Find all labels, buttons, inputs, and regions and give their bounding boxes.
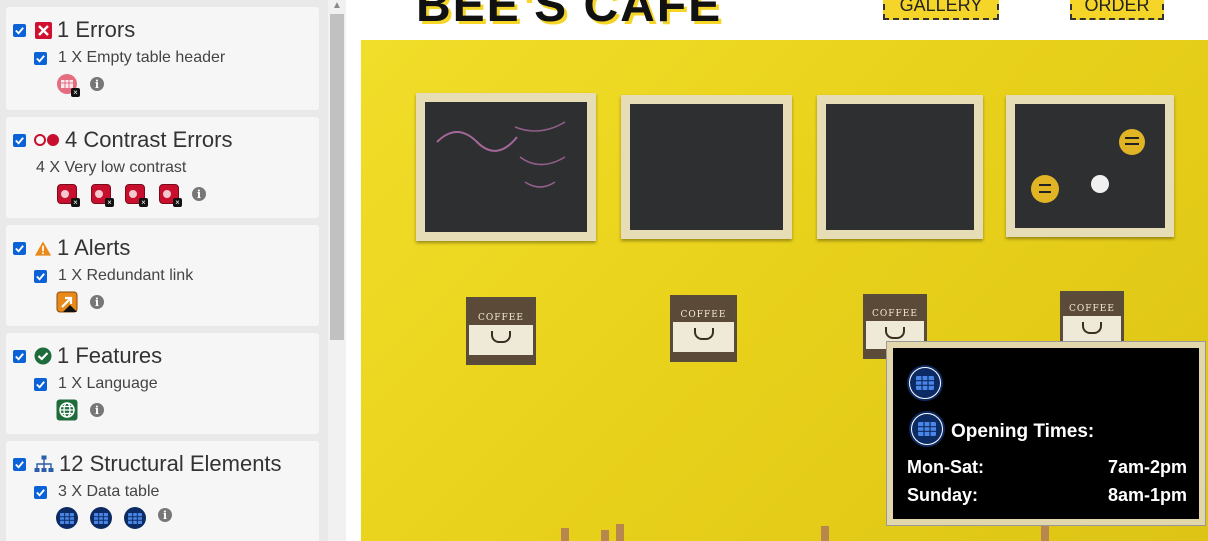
sidebar-scrollbar[interactable]: ▲ — [328, 0, 346, 541]
empty-table-header-icon[interactable]: × — [56, 73, 80, 97]
features-badges: i — [56, 399, 104, 421]
empty-table-header-label: 1 X Empty table header — [58, 49, 226, 66]
data-table-icon[interactable] — [56, 507, 78, 529]
alerts-badges: i — [56, 291, 104, 313]
poster-title: COFFEE — [866, 297, 924, 321]
data-table-icon[interactable] — [90, 507, 112, 529]
chalkboard-3 — [817, 95, 983, 239]
scroll-up-arrow-icon[interactable]: ▲ — [328, 0, 346, 14]
contrast-error-icon[interactable]: × — [158, 183, 182, 207]
error-x-icon — [34, 21, 52, 39]
website-preview: BEE'S CAFE GALLERY ORDER COFFEE COFFEE C… — [346, 0, 1208, 541]
data-table-icon[interactable] — [909, 411, 945, 447]
alerts-header: 1 Alerts — [13, 233, 130, 263]
contrast-header: 4 Contrast Errors — [13, 125, 233, 155]
structural-badges: i — [56, 507, 172, 529]
contrast-card: 4 Contrast Errors 4 X Very low contrast … — [6, 117, 319, 218]
hours-time-value: 7am-2pm — [1107, 457, 1187, 477]
info-icon[interactable]: i — [90, 295, 104, 309]
chalkboard-2 — [621, 95, 792, 239]
redundant-link-label: 1 X Redundant link — [58, 267, 194, 284]
language-globe-icon[interactable] — [56, 399, 78, 421]
data-table-icon[interactable] — [124, 507, 146, 529]
language-label: 1 X Language — [58, 375, 158, 392]
opening-times-title: Opening Times: — [951, 421, 1095, 442]
feature-check-icon — [34, 347, 52, 365]
easel-leg — [561, 528, 569, 541]
empty-table-header-checkbox[interactable] — [34, 51, 47, 65]
structural-card: 12 Structural Elements 3 X Data table i — [6, 441, 319, 541]
info-icon[interactable]: i — [90, 77, 104, 91]
opening-times-board: Opening Times: Mon-Sat: 7am-2pm Sunday: … — [887, 342, 1205, 525]
data-table-item: 3 X Data table — [34, 482, 159, 502]
coffee-cup-icon — [1082, 322, 1102, 335]
easel-leg — [1041, 525, 1049, 541]
coffee-cup-icon — [491, 330, 511, 343]
language-checkbox[interactable] — [34, 377, 47, 391]
errors-title: 1 Errors — [57, 17, 136, 42]
errors-checkbox[interactable] — [13, 23, 26, 37]
errors-badges: × i — [56, 73, 104, 97]
errors-card: 1 Errors 1 X Empty table header × i — [6, 7, 319, 110]
structural-title: 12 Structural Elements — [59, 451, 282, 476]
contrast-title: 4 Contrast Errors — [65, 127, 233, 152]
hours-day-label: Sunday: — [907, 485, 979, 505]
easel-leg — [601, 530, 609, 541]
data-table-label: 3 X Data table — [58, 483, 160, 500]
contrast-error-icon[interactable]: × — [124, 183, 148, 207]
poster-title: COFFEE — [1063, 294, 1121, 317]
language-item: 1 X Language — [34, 374, 158, 394]
contrast-circles-icon — [34, 131, 60, 149]
data-table-icon[interactable] — [907, 365, 943, 401]
bee-decoration-icon — [1031, 129, 1145, 203]
nav-order-button[interactable]: ORDER — [1070, 0, 1164, 20]
chalkboard-4 — [1006, 95, 1174, 237]
site-logo[interactable]: BEE'S CAFE — [416, 0, 722, 33]
alerts-checkbox[interactable] — [13, 241, 26, 255]
features-header: 1 Features — [13, 341, 162, 371]
redundant-link-icon[interactable] — [56, 291, 78, 313]
nav-gallery-button[interactable]: GALLERY — [883, 0, 999, 20]
hours-time-value: 8am-1pm — [1107, 485, 1187, 505]
contrast-error-icon[interactable]: × — [56, 183, 80, 207]
very-low-contrast-label: 4 X Very low contrast — [36, 159, 187, 176]
redundant-link-item: 1 X Redundant link — [34, 266, 193, 286]
chalkboard-1 — [416, 93, 596, 241]
alerts-title: 1 Alerts — [57, 235, 131, 260]
warning-triangle-icon — [34, 239, 52, 257]
contrast-checkbox[interactable] — [13, 133, 26, 147]
features-card: 1 Features 1 X Language i — [6, 333, 319, 434]
empty-table-header-item: 1 X Empty table header — [34, 48, 225, 68]
alerts-card: 1 Alerts 1 X Redundant link i — [6, 225, 319, 326]
data-table-checkbox[interactable] — [34, 485, 47, 499]
hours-day-label: Mon-Sat: — [907, 457, 984, 477]
features-title: 1 Features — [57, 343, 163, 368]
very-low-contrast-item: 4 X Very low contrast — [36, 158, 186, 178]
easel-leg — [821, 526, 829, 541]
errors-header: 1 Errors — [13, 15, 135, 45]
redundant-link-checkbox[interactable] — [34, 269, 47, 283]
coffee-cup-icon — [693, 328, 714, 341]
wave-sidebar: 1 Errors 1 X Empty table header × i 4 Co… — [0, 0, 328, 541]
sitemap-hierarchy-icon — [34, 455, 54, 473]
scrollbar-thumb[interactable] — [330, 14, 344, 340]
contrast-error-icon[interactable]: × — [90, 183, 114, 207]
info-icon[interactable]: i — [90, 403, 104, 417]
coffee-poster-2: COFFEE — [670, 295, 737, 362]
coffee-poster-1: COFFEE — [466, 297, 536, 365]
features-checkbox[interactable] — [13, 349, 26, 363]
poster-title: COFFEE — [469, 300, 533, 325]
poster-title: COFFEE — [673, 298, 734, 323]
info-icon[interactable]: i — [158, 508, 172, 522]
coffee-cup-icon — [885, 326, 905, 339]
structural-checkbox[interactable] — [13, 457, 26, 471]
cafe-hero-image: COFFEE COFFEE COFFEE COFFEE Opening Time… — [361, 40, 1208, 541]
info-icon[interactable]: i — [192, 187, 206, 201]
structural-header: 12 Structural Elements — [13, 449, 282, 479]
contrast-badges: × × × × i — [56, 183, 206, 207]
chalk-doodle-icon — [436, 121, 566, 188]
error-x-mark-icon: × — [71, 88, 80, 97]
easel-leg — [616, 524, 624, 541]
